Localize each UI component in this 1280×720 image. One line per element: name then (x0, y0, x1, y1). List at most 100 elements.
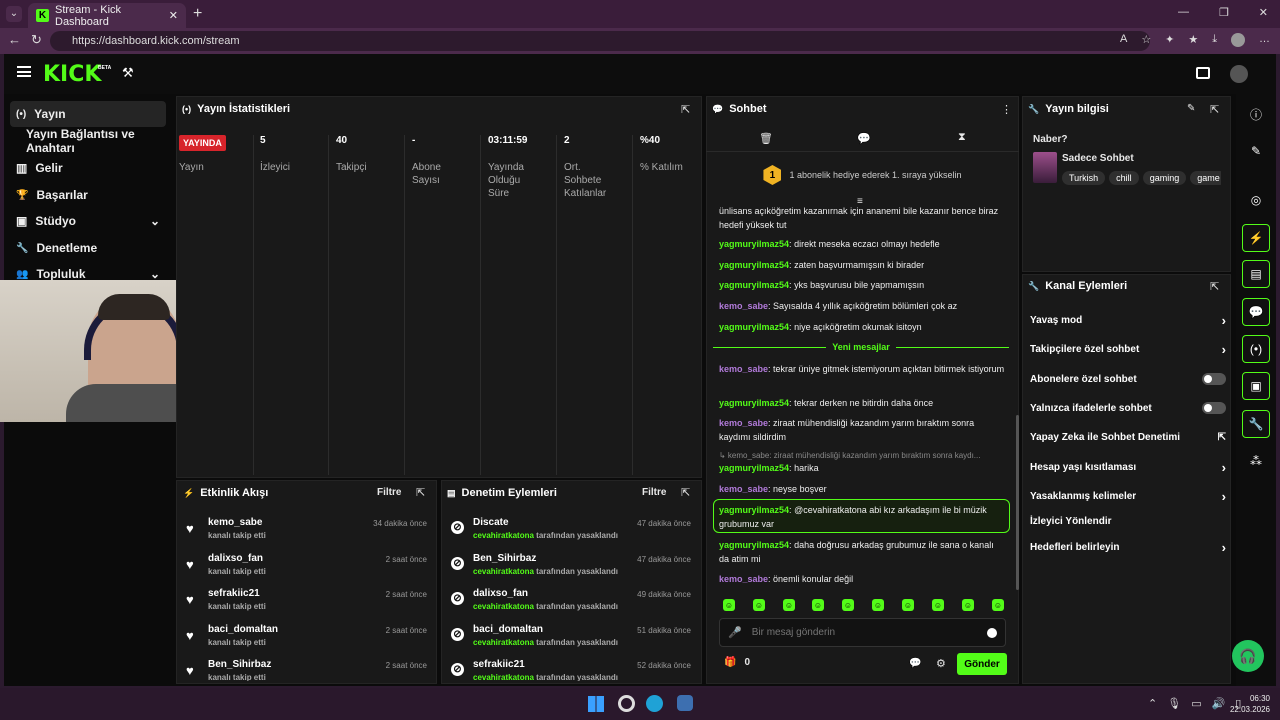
kick-logo[interactable]: KICK (43, 62, 101, 87)
message-username[interactable]: yagmuryilmaz54 (719, 398, 789, 408)
chat-input-box[interactable]: 🎤 (719, 618, 1006, 647)
emotes-only-toggle[interactable] (1202, 402, 1226, 414)
gift-leaderboard-banner[interactable]: 1 1 abonelik hediye ederek 1. sıraya yük… (707, 153, 1018, 197)
category-name[interactable]: Sadece Sohbet (1062, 153, 1134, 164)
message-username[interactable]: kemo_sabe (719, 301, 768, 311)
tag[interactable]: chill (1109, 171, 1139, 185)
action-banned-words[interactable]: Yasaklanmış kelimeler › (1030, 486, 1226, 506)
microphone-icon[interactable]: 🎙 (1167, 697, 1181, 710)
emote-icon[interactable]: ☺ (723, 599, 735, 611)
emote-icon[interactable]: ☺ (932, 599, 944, 611)
address-bar[interactable]: https://dashboard.kick.com/stream (50, 31, 1150, 51)
message-username[interactable]: yagmuryilmaz54 (719, 260, 789, 270)
sidebar-item-basarilar[interactable]: 🏆 Başarılar (10, 182, 166, 208)
message-username[interactable]: yagmuryilmaz54 (719, 322, 789, 332)
download-icon[interactable]: ⤓ (1212, 33, 1217, 47)
sidebar-item-studyo[interactable]: ▣ Stüdyo ⌄ (10, 208, 166, 234)
action-account-age[interactable]: Hesap yaşı kısıtlaması › (1030, 457, 1226, 477)
popout-icon[interactable]: ⇱ (416, 486, 425, 499)
collections-icon[interactable]: ★ (1188, 33, 1198, 47)
back-icon[interactable]: ← (8, 32, 21, 47)
action-followers-only[interactable]: Takipçilere özel sohbet › (1030, 339, 1226, 359)
clock[interactable]: 06:30 22.03.2026 (1224, 693, 1270, 715)
kick-live-icon[interactable] (1196, 67, 1210, 79)
chat-menu-icon[interactable]: ⋮ (1001, 103, 1012, 116)
message-username[interactable]: kemo_sabe (719, 484, 768, 494)
chat-scrollbar[interactable] (1016, 415, 1019, 590)
action-ai-moderation[interactable]: Yapay Zeka ile Sohbet Denetimi ⇱ (1030, 427, 1226, 447)
close-tab-icon[interactable]: ✕ (169, 9, 178, 22)
sidebar-item-stream-key[interactable]: Yayın Bağlantısı ve Anahtarı (20, 127, 176, 155)
send-button[interactable]: Gönder (957, 653, 1007, 675)
info-icon[interactable]: ⓘ (1242, 100, 1270, 128)
extensions-icon[interactable]: ✦ (1165, 33, 1174, 47)
widgets-icon[interactable]: ⁂ (1242, 447, 1270, 475)
sidebar-item-gelir[interactable]: ▥ Gelir (10, 155, 166, 181)
chat-message-input[interactable] (751, 627, 977, 638)
message-username[interactable]: yagmuryilmaz54 (719, 463, 789, 473)
favorite-icon[interactable]: ☆ (1141, 33, 1151, 47)
emote-icon[interactable]: ☺ (783, 599, 795, 611)
windows-start-icon[interactable] (588, 696, 604, 712)
action-subscribers-only[interactable]: Abonelere özel sohbet (1030, 369, 1226, 389)
channel-points[interactable]: 🎁 0 (724, 657, 750, 668)
popout-icon[interactable]: ⇱ (681, 103, 690, 116)
activity-filter-button[interactable]: Filtre (377, 487, 401, 498)
message-username[interactable]: yagmuryilmaz54 (719, 505, 789, 515)
chat-bubble-icon[interactable]: 💬 (1242, 298, 1270, 326)
emote-icon[interactable]: ☺ (992, 599, 1004, 611)
minimize-icon[interactable]: — (1178, 6, 1189, 19)
message-username[interactable]: kemo_sabe (719, 364, 768, 374)
action-slow-mode[interactable]: Yavaş mod › (1030, 310, 1226, 330)
tag[interactable]: Turkish (1062, 171, 1106, 185)
emote-icon[interactable]: ☺ (872, 599, 884, 611)
popout-icon[interactable]: ⇱ (681, 486, 690, 499)
stream-info-icon[interactable]: ▣ (1242, 372, 1270, 400)
help-support-button[interactable]: 🎧 (1232, 640, 1264, 672)
document-icon[interactable]: ▤ (1242, 260, 1270, 288)
trash-icon[interactable]: 🗑 (759, 132, 773, 145)
emote-icon[interactable]: ☺ (962, 599, 974, 611)
sidebar-item-denetleme[interactable]: 🔧 Denetleme (10, 235, 166, 261)
message-username[interactable]: yagmuryilmaz54 (719, 239, 789, 249)
emote-icon[interactable]: ☺ (753, 599, 765, 611)
maximize-icon[interactable]: ❐ (1219, 6, 1229, 19)
user-avatar[interactable] (1230, 65, 1248, 83)
edge-taskbar-icon[interactable] (646, 695, 663, 712)
app-taskbar-icon[interactable] (677, 695, 693, 711)
new-tab-button[interactable]: + (193, 5, 202, 23)
microphone-icon[interactable]: 🎤 (728, 626, 742, 639)
action-raid[interactable]: İzleyici Yönlendir (1030, 511, 1226, 531)
message-username[interactable]: yagmuryilmaz54 (719, 280, 789, 290)
tag[interactable]: gaming (1142, 171, 1187, 185)
browser-actions[interactable]: A ☆ ✦ ★ ⤓ … (1120, 33, 1270, 47)
message-username[interactable]: kemo_sabe (719, 574, 768, 584)
lightning-icon[interactable]: ⚡ (1242, 224, 1270, 252)
edit-icon[interactable]: ✎ (1187, 103, 1195, 114)
chat-settings-icon[interactable]: 💬 (857, 132, 871, 145)
more-icon[interactable]: … (1259, 33, 1270, 47)
mod-filter-button[interactable]: Filtre (642, 487, 666, 498)
display-icon[interactable]: ▭ (1191, 697, 1201, 710)
message-username[interactable]: kemo_sabe (719, 418, 768, 428)
read-aloud-icon[interactable]: A (1120, 33, 1127, 47)
camera-icon[interactable]: ◎ (1242, 186, 1270, 214)
gear-icon[interactable]: ⚙ (936, 657, 946, 670)
message-username[interactable]: yagmuryilmaz54 (719, 540, 789, 550)
hamburger-menu-icon[interactable] (17, 66, 31, 77)
broadcast-icon[interactable]: (•) (1242, 335, 1270, 363)
tab-list-button[interactable]: ⌄ (6, 6, 22, 22)
hourglass-icon[interactable]: ⧗ (958, 131, 966, 144)
emote-icon[interactable]: ☺ (842, 599, 854, 611)
browser-tab[interactable]: K Stream - Kick Dashboard ✕ (28, 3, 186, 28)
action-goals[interactable]: Hedefleri belirleyin › (1030, 537, 1226, 557)
emote-icon[interactable]: ☺ (812, 599, 824, 611)
chat-bubble-icon[interactable]: 💬 (909, 658, 921, 669)
sidebar-item-yayin[interactable]: (•) Yayın (10, 101, 166, 127)
chevron-up-icon[interactable]: ⌃ (1148, 697, 1157, 710)
edit-icon[interactable]: ✎ (1242, 137, 1270, 165)
profile-avatar[interactable] (1231, 33, 1246, 47)
reload-icon[interactable]: ↻ (31, 32, 42, 48)
moderator-hammer-icon[interactable]: ⚒ (122, 65, 134, 81)
emote-icon[interactable]: ☺ (902, 599, 914, 611)
